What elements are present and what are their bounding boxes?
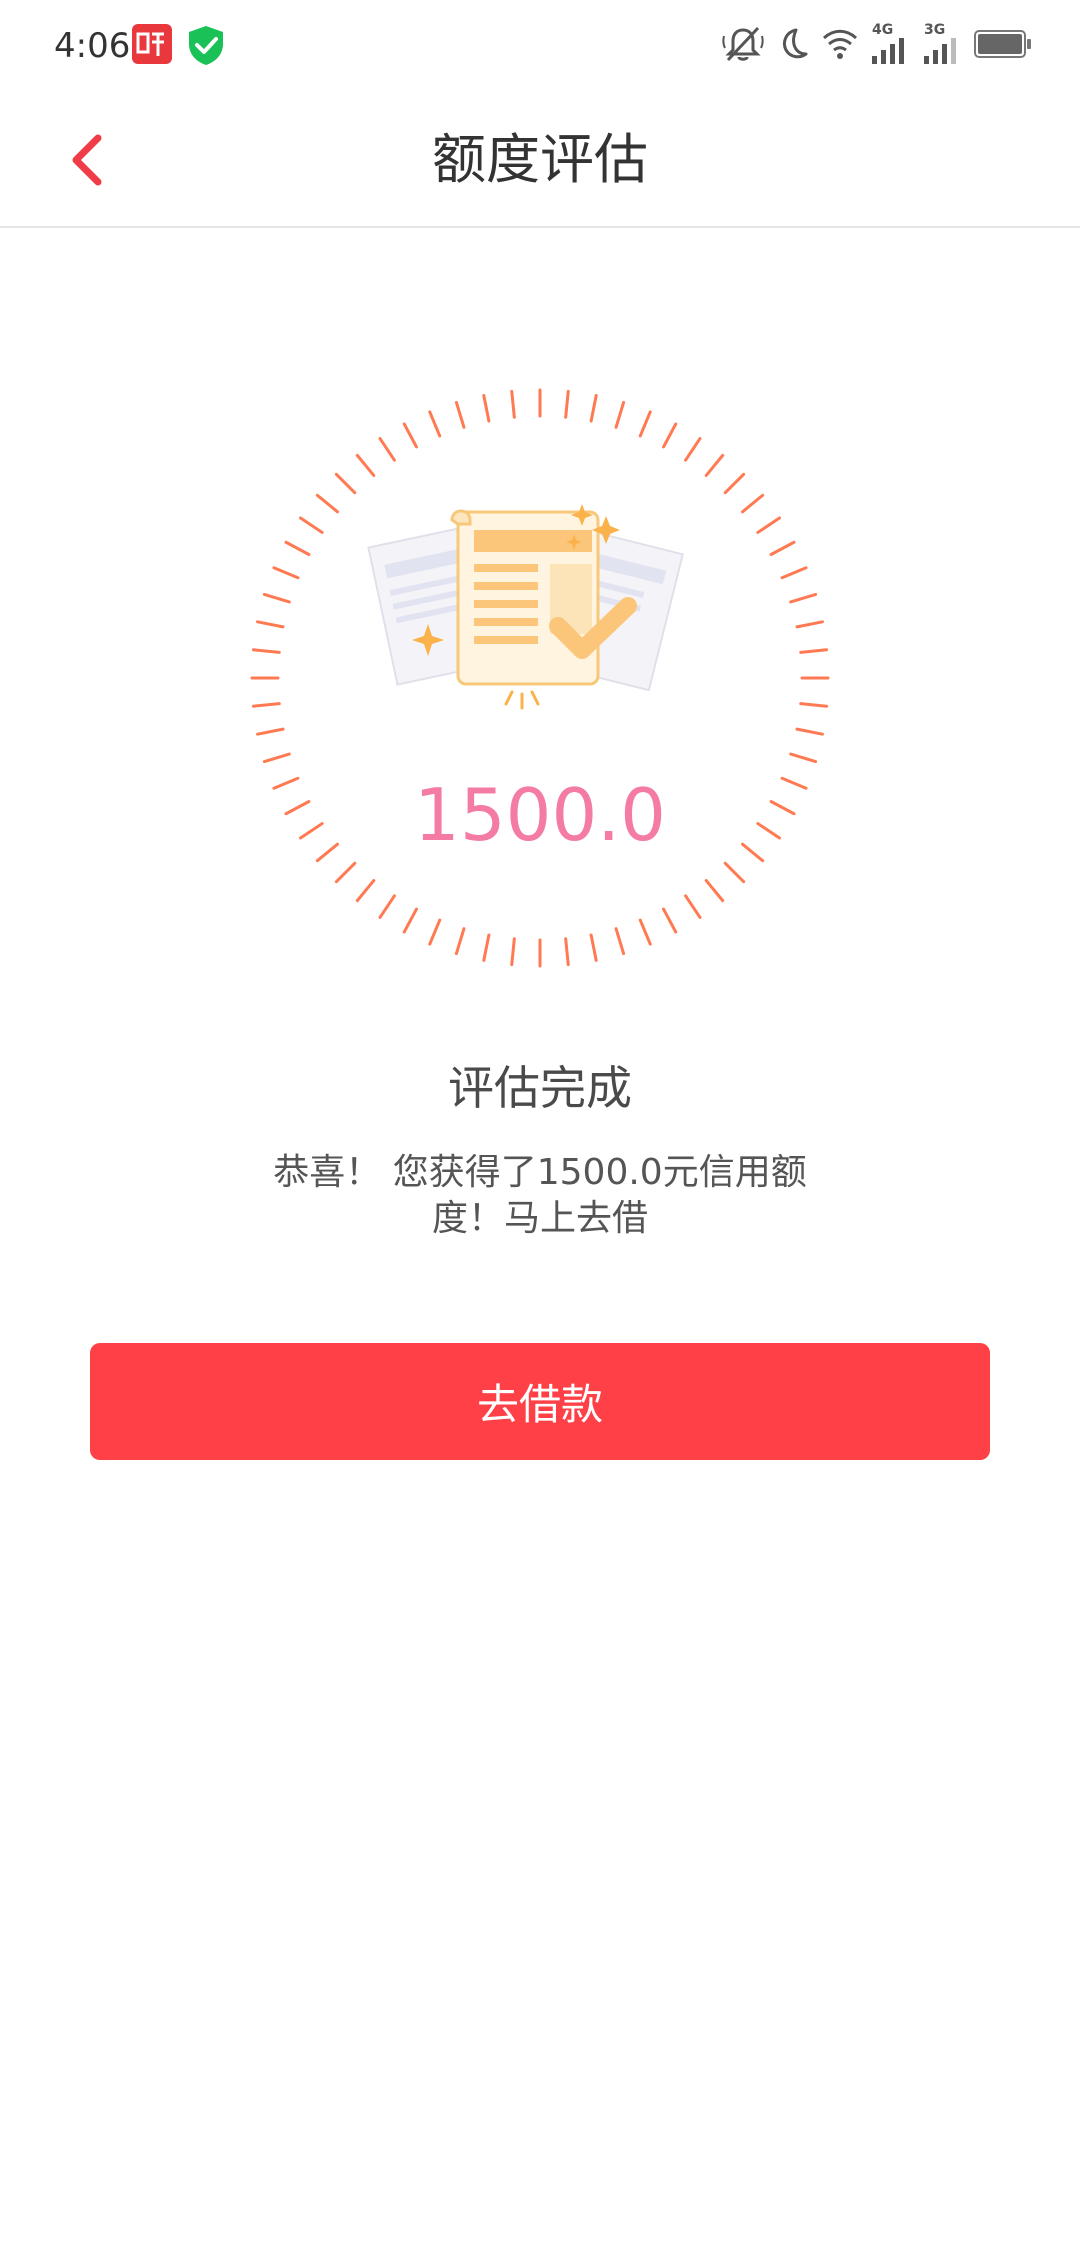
shield-check-icon: [186, 24, 226, 65]
signal-3g-icon: 3G: [922, 22, 964, 66]
credit-gauge: [250, 388, 830, 968]
gauge-tick: [638, 410, 652, 438]
gauge-tick: [251, 648, 281, 654]
document-illustration-icon: [367, 504, 684, 710]
gauge-tick: [256, 727, 285, 736]
status-icons: 4G 3G: [722, 22, 1032, 68]
header: 额度评估: [0, 92, 1080, 228]
gauge-tick: [662, 422, 678, 449]
gauge-tick: [251, 702, 281, 708]
page-title: 额度评估: [432, 128, 648, 191]
gauge-tick: [378, 894, 396, 919]
gauge-tick: [262, 752, 291, 764]
gauge-tick: [299, 516, 324, 534]
gauge-tick: [723, 472, 746, 495]
gauge-tick: [262, 592, 291, 604]
gauge-tick: [315, 493, 339, 514]
gauge-tick: [589, 933, 598, 962]
gauge-tick: [638, 918, 652, 946]
gauge-tick: [789, 752, 818, 764]
gauge-tick: [789, 592, 818, 604]
gauge-tick: [795, 620, 824, 629]
status-time: 4:06: [54, 26, 131, 66]
moon-icon: [774, 26, 810, 66]
gauge-tick: [795, 727, 824, 736]
gauge-tick: [334, 861, 357, 884]
gauge-tick: [662, 907, 678, 934]
battery-icon: [974, 29, 1032, 63]
wifi-icon: [820, 26, 860, 66]
gauge-tick: [589, 394, 598, 423]
gauge-tick: [704, 879, 725, 903]
gauge-tick: [684, 437, 702, 462]
gauge-tick: [272, 566, 300, 580]
gauge-tick: [723, 861, 746, 884]
gauge-tick: [614, 927, 626, 956]
gauge-tick: [428, 410, 442, 438]
gauge-tick: [378, 437, 396, 462]
gauge-tick: [564, 937, 570, 967]
signal-4g-icon: 4G: [870, 22, 912, 66]
result-title: 评估完成: [448, 1061, 632, 1115]
result-message: 恭喜！ 您获得了1500.0元信用额度！马上去借: [273, 1152, 807, 1239]
gauge-tick: [741, 493, 765, 514]
gauge-tick: [355, 879, 376, 903]
gauge-tick: [402, 422, 418, 449]
bell-muted-icon: [722, 24, 764, 68]
gauge-tick: [334, 472, 357, 495]
gauge-tick: [780, 566, 808, 580]
gauge-tick: [454, 927, 466, 956]
gauge-tick: [756, 516, 781, 534]
gauge-tick: [799, 648, 829, 654]
gauge-tick: [614, 400, 626, 429]
gauge-tick: [799, 702, 829, 708]
gauge-tick: [510, 937, 516, 967]
gauge-tick: [256, 620, 285, 629]
gauge-tick: [704, 453, 725, 477]
gauge-ring: [250, 388, 830, 968]
gauge-tick: [482, 394, 491, 423]
status-bar: 4:06 4G 3G: [0, 0, 1080, 92]
gauge-tick: [684, 894, 702, 919]
gauge-tick: [428, 918, 442, 946]
borrow-button[interactable]: 去借款: [90, 1343, 990, 1460]
gauge-tick: [482, 933, 491, 962]
gauge-tick: [454, 400, 466, 429]
gauge-tick: [510, 389, 516, 419]
gauge-tick: [402, 907, 418, 934]
gauge-tick: [355, 453, 376, 477]
gauge-tick: [769, 540, 796, 556]
gauge-tick: [284, 540, 311, 556]
credit-amount: 1500.0: [414, 773, 666, 857]
gauge-tick: [564, 389, 570, 419]
listen-app-icon: [132, 24, 172, 64]
